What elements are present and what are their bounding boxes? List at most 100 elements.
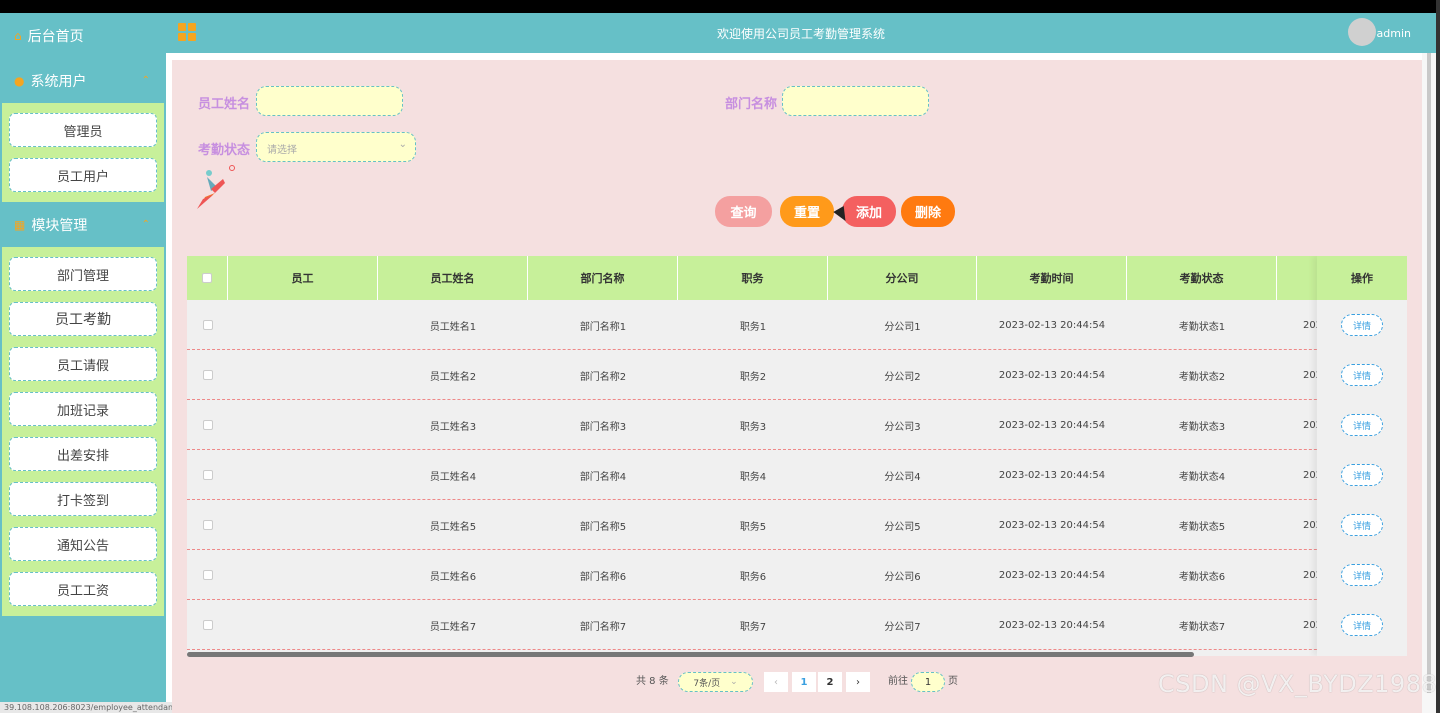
cell-branch: 分公司4 <box>884 471 921 483</box>
row-checkbox[interactable] <box>202 320 213 330</box>
page-1-button[interactable]: 1 <box>792 672 816 692</box>
chevron-up-icon: ⌃ <box>141 75 150 86</box>
sidebar-item-leave[interactable]: 员工请假 <box>9 347 157 381</box>
goto-suffix: 页 <box>948 676 958 687</box>
sidebar: ⌂ 后台首页 ● 系统用户 ⌃ 管理员 员工用户 ▦ 模块管理 ⌃ 部门管理 员… <box>0 13 166 713</box>
sidebar-home[interactable]: ⌂ 后台首页 <box>0 13 166 58</box>
row-checkbox[interactable] <box>202 370 213 380</box>
sidebar-group-modules[interactable]: ▦ 模块管理 ⌃ <box>0 202 166 247</box>
dept-input[interactable] <box>782 86 929 116</box>
prev-page-button[interactable]: ‹ <box>764 672 788 692</box>
add-button[interactable]: 添加 <box>842 196 896 227</box>
cell-time: 2023-02-13 20:44:54 <box>998 469 1106 481</box>
sidebar-item-employee-users[interactable]: 员工用户 <box>9 158 157 192</box>
page-size-select[interactable]: 7条/页 ⌄ <box>678 672 753 692</box>
table-header: 员工 员工姓名 部门名称 职务 分公司 考勤时间 考勤状态 <box>187 256 1407 300</box>
col-employee[interactable]: 员工 <box>228 256 378 300</box>
row-select-cell <box>187 300 228 350</box>
sidebar-item-salary[interactable]: 员工工资 <box>9 572 157 606</box>
pagination-total: 共 8 条 <box>636 676 669 687</box>
col-department[interactable]: 部门名称 <box>528 256 678 300</box>
detail-button[interactable]: 详情 <box>1341 414 1383 436</box>
detail-button[interactable]: 详情 <box>1341 564 1383 586</box>
cell-employee <box>228 300 378 350</box>
sidebar-item-overtime[interactable]: 加班记录 <box>9 392 157 426</box>
cell-name: 员工姓名5 <box>429 521 477 533</box>
cell-status: 考勤状态1 <box>1178 321 1226 333</box>
cell-job: 职务2 <box>739 371 767 383</box>
goto-page-input[interactable]: 1 <box>911 672 945 692</box>
sidebar-group-label: 模块管理 <box>31 217 88 234</box>
detail-button[interactable]: 详情 <box>1341 514 1383 536</box>
cell-name: 员工姓名7 <box>429 621 477 633</box>
sidebar-group-system-users-items: 管理员 员工用户 <box>2 103 164 202</box>
username[interactable]: admin <box>1377 27 1411 40</box>
table-row: 员工姓名7 部门名称7 职务7 分公司7 2023-02-13 20:44:54 考勤状态… <box>187 600 1407 650</box>
cell-job: 职务6 <box>739 571 767 583</box>
reset-button[interactable]: 重置 <box>780 196 834 227</box>
col-job[interactable]: 职务 <box>678 256 828 300</box>
table-row: 员工姓名3 部门名称3 职务3 分公司3 2023-02-13 20:44:54 考勤状态… <box>187 400 1407 450</box>
cell-cut: 202 <box>1303 469 1323 481</box>
row-checkbox[interactable] <box>202 420 213 430</box>
row-checkbox[interactable] <box>202 570 213 580</box>
chevron-down-icon: ⌄ <box>398 139 407 150</box>
browser-top-edge <box>0 0 1440 13</box>
page-2-button[interactable]: 2 <box>818 672 842 692</box>
cell-name: 员工姓名2 <box>429 371 477 383</box>
select-all-checkbox[interactable] <box>202 273 212 283</box>
sidebar-group-label: 系统用户 <box>30 73 87 90</box>
grid-icon: ▦ <box>14 217 26 232</box>
sidebar-item-notices[interactable]: 通知公告 <box>9 527 157 561</box>
sidebar-item-attendance[interactable]: 员工考勤 <box>9 302 157 336</box>
cell-cut: 202 <box>1303 569 1323 581</box>
detail-button[interactable]: 详情 <box>1341 314 1383 336</box>
detail-button[interactable]: 详情 <box>1341 464 1383 486</box>
table-row: 员工姓名1 部门名称1 职务1 分公司1 2023-02-13 20:44:54 考勤状态… <box>187 300 1407 350</box>
cell-dept: 部门名称7 <box>579 621 627 633</box>
cell-employee <box>228 500 378 550</box>
row-checkbox[interactable] <box>202 520 213 530</box>
row-select-cell <box>187 400 228 450</box>
col-attendance-status[interactable]: 考勤状态 <box>1127 256 1277 300</box>
status-select[interactable]: 请选择 ⌄ <box>256 132 416 162</box>
cell-job: 职务5 <box>739 521 767 533</box>
delete-button[interactable]: 删除 <box>901 196 955 227</box>
sidebar-item-check-in[interactable]: 打卡签到 <box>9 482 157 516</box>
query-button[interactable]: 查询 <box>715 196 772 227</box>
detail-button[interactable]: 详情 <box>1341 614 1383 636</box>
col-operation: 操作 <box>1317 256 1407 300</box>
scrollbar-thumb[interactable] <box>1427 53 1431 693</box>
cell-job: 职务7 <box>739 621 767 633</box>
vertical-scrollbar[interactable] <box>1422 53 1436 713</box>
page-size-value: 7条/页 <box>693 678 721 689</box>
next-page-button[interactable]: › <box>846 672 870 692</box>
cell-cut: 202 <box>1303 319 1323 331</box>
name-input[interactable] <box>256 86 403 116</box>
horizontal-scrollbar[interactable] <box>187 652 1194 657</box>
select-all-cell <box>187 256 228 300</box>
goto-prefix: 前往 <box>888 676 908 687</box>
sidebar-group-system-users[interactable]: ● 系统用户 ⌃ <box>0 58 166 103</box>
cell-dept: 部门名称4 <box>579 471 627 483</box>
sidebar-item-admin[interactable]: 管理员 <box>9 113 157 147</box>
row-checkbox[interactable] <box>202 470 213 480</box>
sidebar-item-departments[interactable]: 部门管理 <box>9 257 157 291</box>
window-edge <box>1436 0 1440 713</box>
chevron-up-icon: ⌃ <box>141 219 150 230</box>
cell-employee <box>228 350 378 400</box>
row-checkbox[interactable] <box>202 620 213 630</box>
col-employee-name[interactable]: 员工姓名 <box>378 256 528 300</box>
rocket-icon <box>197 165 235 209</box>
sidebar-item-business-trip[interactable]: 出差安排 <box>9 437 157 471</box>
avatar[interactable] <box>1348 18 1376 46</box>
col-branch[interactable]: 分公司 <box>828 256 977 300</box>
cell-status: 考勤状态4 <box>1178 471 1226 483</box>
cell-cut: 202 <box>1303 619 1323 631</box>
cell-time: 2023-02-13 20:44:54 <box>998 519 1106 531</box>
col-attendance-time[interactable]: 考勤时间 <box>977 256 1127 300</box>
status-select-placeholder: 请选择 <box>267 145 297 156</box>
status-label: 考勤状态 <box>198 143 251 158</box>
cell-job: 职务4 <box>739 471 767 483</box>
detail-button[interactable]: 详情 <box>1341 364 1383 386</box>
